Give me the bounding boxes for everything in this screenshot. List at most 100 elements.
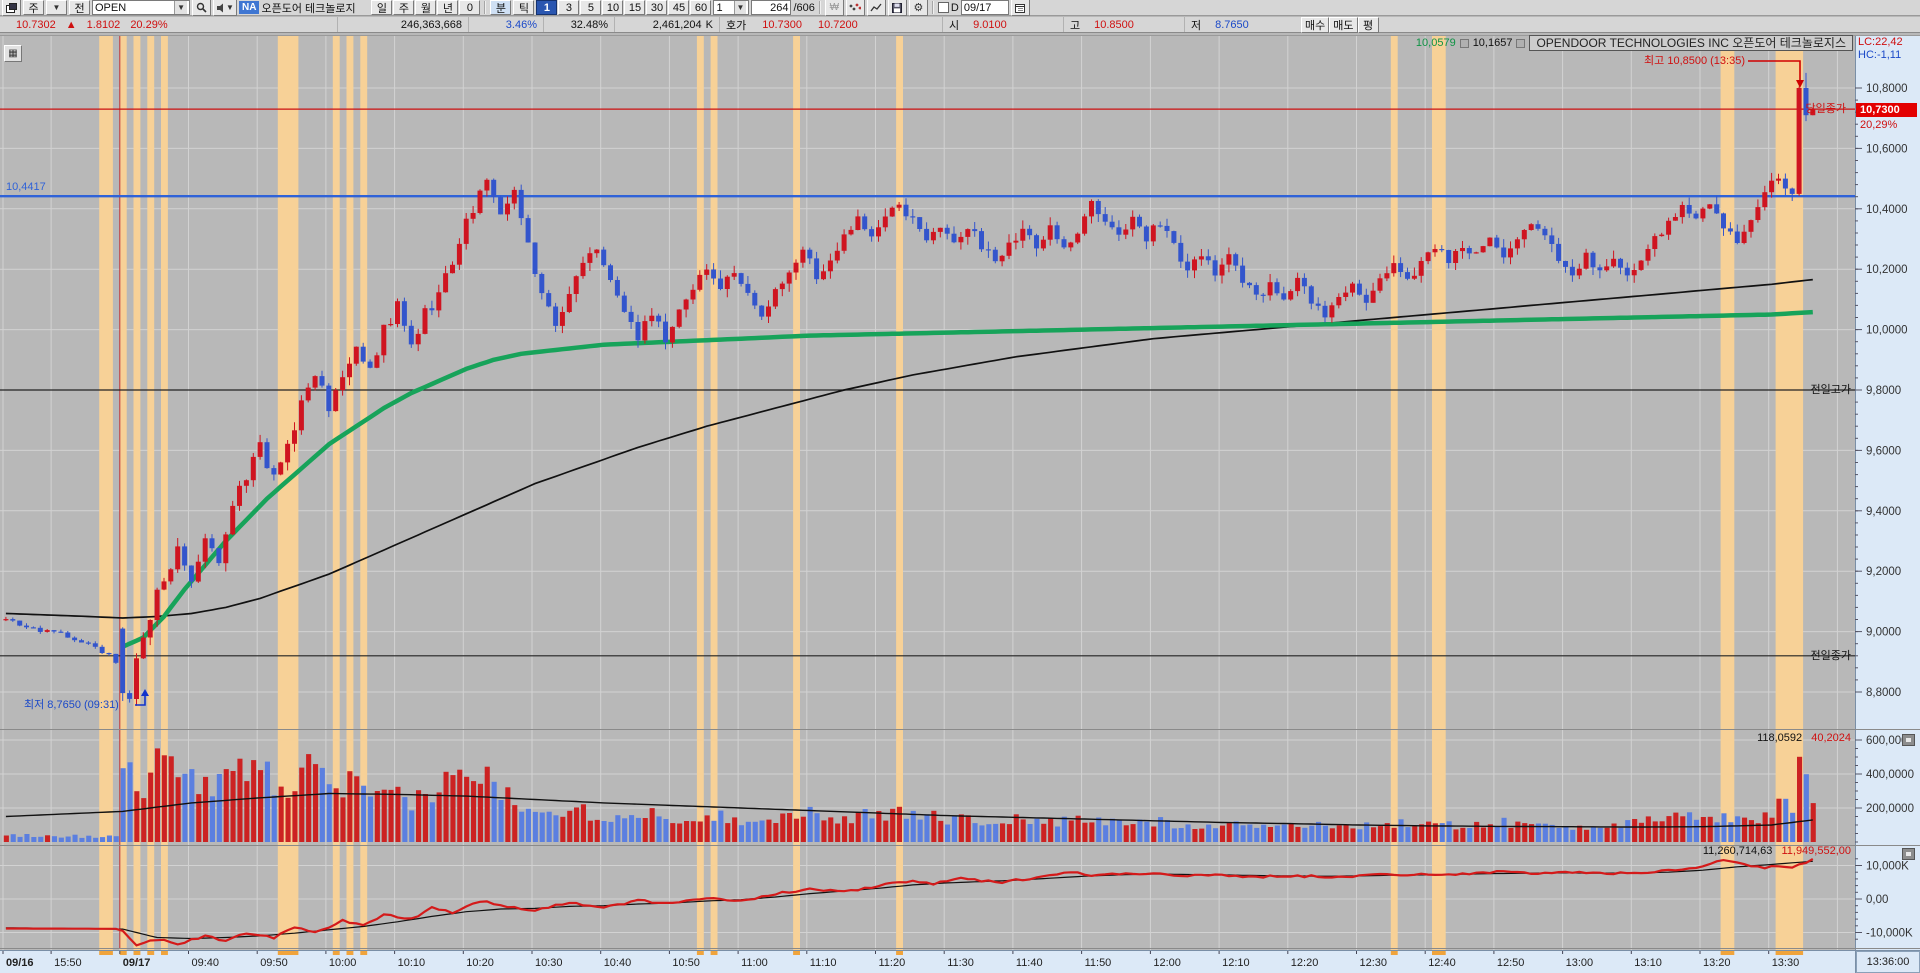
trading-terminal: { "toolbar1": { "stock_btn": "주", "jeon_… (0, 0, 1920, 973)
jeon-button[interactable]: 전 (69, 0, 90, 15)
svg-text:9,4000: 9,4000 (1866, 506, 1901, 518)
interval-button-10[interactable]: 10 (602, 0, 624, 15)
session-low-note: 최저 8,7650 (09:31) (24, 699, 119, 711)
date-input[interactable]: 09/17 (960, 0, 1009, 15)
exchange-badge: NA (239, 1, 260, 14)
chart-title-row: 10,0579 10,1657 OPENDOOR TECHNOLOGIES IN… (1416, 35, 1853, 51)
session-high-note: 최고 10,8500 (13:35) (1644, 55, 1745, 67)
svg-text:11:30: 11:30 (947, 957, 974, 969)
svg-text:10,8000: 10,8000 (1866, 83, 1908, 95)
tick-mode-button[interactable]: 틱 (513, 0, 535, 15)
volume-ma-value: 118,0592 (1757, 732, 1803, 744)
period-button-0[interactable]: 일 (371, 0, 393, 15)
turnover-pct: 3.46% (505, 18, 537, 31)
svg-text:10,2000: 10,2000 (1866, 264, 1908, 276)
last-price: 10.7302 (16, 18, 56, 31)
svg-text:10,6000: 10,6000 (1866, 143, 1908, 155)
divider (818, 1, 821, 14)
interval-button-60[interactable]: 60 (690, 0, 712, 15)
open-price: 9.0100 (973, 18, 1007, 31)
chevron-down-icon: ▼ (52, 3, 61, 12)
footprints-icon[interactable] (845, 0, 865, 16)
settings-icon[interactable]: ⚙ (908, 0, 928, 16)
open-label: 시 (949, 19, 960, 32)
alert-level-label: 10,4417 (6, 181, 46, 193)
period-button-1[interactable]: 주 (393, 0, 415, 15)
stock-type-button[interactable]: 주 (23, 0, 44, 15)
stock-name-label: 오픈도어 테크놀로지 (261, 2, 356, 15)
interval-button-45[interactable]: 45 (668, 0, 690, 15)
today-close-label: 당일종가 (1805, 103, 1846, 115)
svg-text:09/17: 09/17 (123, 957, 151, 969)
buy-button[interactable]: 매수 (1301, 16, 1330, 33)
svg-text:10:20: 10:20 (466, 957, 494, 969)
price-change: 1.8102 (86, 18, 121, 31)
chevron-down-icon: ▼ (174, 1, 187, 14)
svg-text:13:10: 13:10 (1634, 957, 1662, 969)
interval-button-15[interactable]: 15 (624, 0, 646, 15)
svg-text:200,0000: 200,0000 (1866, 803, 1914, 815)
current-pct-tag: 20,29% (1860, 119, 1898, 131)
svg-text:09/16: 09/16 (6, 957, 34, 969)
bid-price: 10.7200 (818, 18, 858, 31)
amount-value: 2,461,204 (652, 18, 702, 31)
legend-swatch (1516, 38, 1526, 48)
svg-text:09:50: 09:50 (260, 957, 288, 969)
svg-text:10:40: 10:40 (604, 957, 632, 969)
low-price: 8.7650 (1215, 18, 1249, 31)
low-label: 저 (1191, 19, 1202, 32)
close-icon[interactable] (1902, 734, 1915, 746)
svg-text:9,2000: 9,2000 (1866, 566, 1901, 578)
svg-text:09:40: 09:40 (192, 957, 220, 969)
period-buttons: 일주월년0 (371, 0, 481, 15)
svg-text:400,0000: 400,0000 (1866, 769, 1914, 781)
calendar-icon[interactable] (1010, 0, 1030, 16)
volume-value: 246,363,668 (400, 18, 462, 31)
ma-green-value: 10,0579 (1415, 37, 1456, 49)
search-icon[interactable] (192, 0, 211, 16)
speaker-icon[interactable]: ▼ (213, 0, 237, 16)
high-label: 고 (1070, 19, 1081, 32)
symbol-combobox[interactable]: OPEN ▼ (92, 0, 190, 15)
minute-mode-button[interactable]: 분 (490, 0, 512, 15)
svg-text:11:20: 11:20 (879, 957, 906, 969)
svg-text:11:10: 11:10 (810, 957, 837, 969)
chevron-down-icon: ▼ (226, 3, 234, 12)
lc-value: LC:22,42 (1858, 36, 1903, 48)
d-checkbox[interactable] (937, 2, 949, 13)
interval-button-1[interactable]: 1 (536, 0, 558, 15)
svg-text:15:50: 15:50 (54, 957, 82, 969)
average-button[interactable]: 평 (1357, 16, 1379, 33)
svg-text:11:40: 11:40 (1016, 957, 1043, 969)
save-icon[interactable] (887, 0, 907, 16)
interval-combobox[interactable]: 1 ▼ (713, 0, 750, 15)
bar-count-input[interactable]: 264 (751, 0, 792, 15)
svg-text:12:30: 12:30 (1360, 957, 1388, 969)
up-arrow-icon: ▲ (65, 18, 77, 31)
strength-cur-value: 11,949,552,00 (1781, 845, 1851, 857)
window-icon[interactable] (2, 0, 21, 16)
period-button-2[interactable]: 월 (415, 0, 437, 15)
svg-text:13:20: 13:20 (1703, 957, 1731, 969)
svg-text:9,8000: 9,8000 (1866, 385, 1901, 397)
svg-text:10,4000: 10,4000 (1866, 204, 1908, 216)
trendline-icon[interactable] (866, 0, 886, 16)
interval-button-30[interactable]: 30 (646, 0, 668, 15)
svg-text:12:10: 12:10 (1222, 957, 1250, 969)
period-button-3[interactable]: 년 (437, 0, 459, 15)
stock-type-dropdown[interactable]: ▼ (46, 0, 67, 15)
interval-buttons: 1 3 5 10 15 30 45 60 (536, 0, 712, 15)
high-price: 10.8500 (1094, 18, 1134, 31)
sell-button[interactable]: 매도 (1329, 16, 1358, 33)
interval-button-3[interactable]: 3 (558, 0, 580, 15)
ask-price: 10.7300 (762, 18, 803, 31)
svg-text:10:10: 10:10 (398, 957, 426, 969)
divider (931, 1, 934, 14)
period-button-4[interactable]: 0 (459, 0, 481, 15)
close-icon[interactable] (1902, 848, 1915, 860)
won-icon[interactable]: ₩ (824, 0, 844, 16)
chart-tool-icon[interactable]: ▦ (4, 45, 22, 62)
interval-button-5[interactable]: 5 (580, 0, 602, 15)
chart-canvas[interactable]: 10,8000 10,6000 10,4000 10,2000 10,0000 9,800… (0, 33, 1920, 973)
svg-text:9,6000: 9,6000 (1866, 445, 1901, 457)
